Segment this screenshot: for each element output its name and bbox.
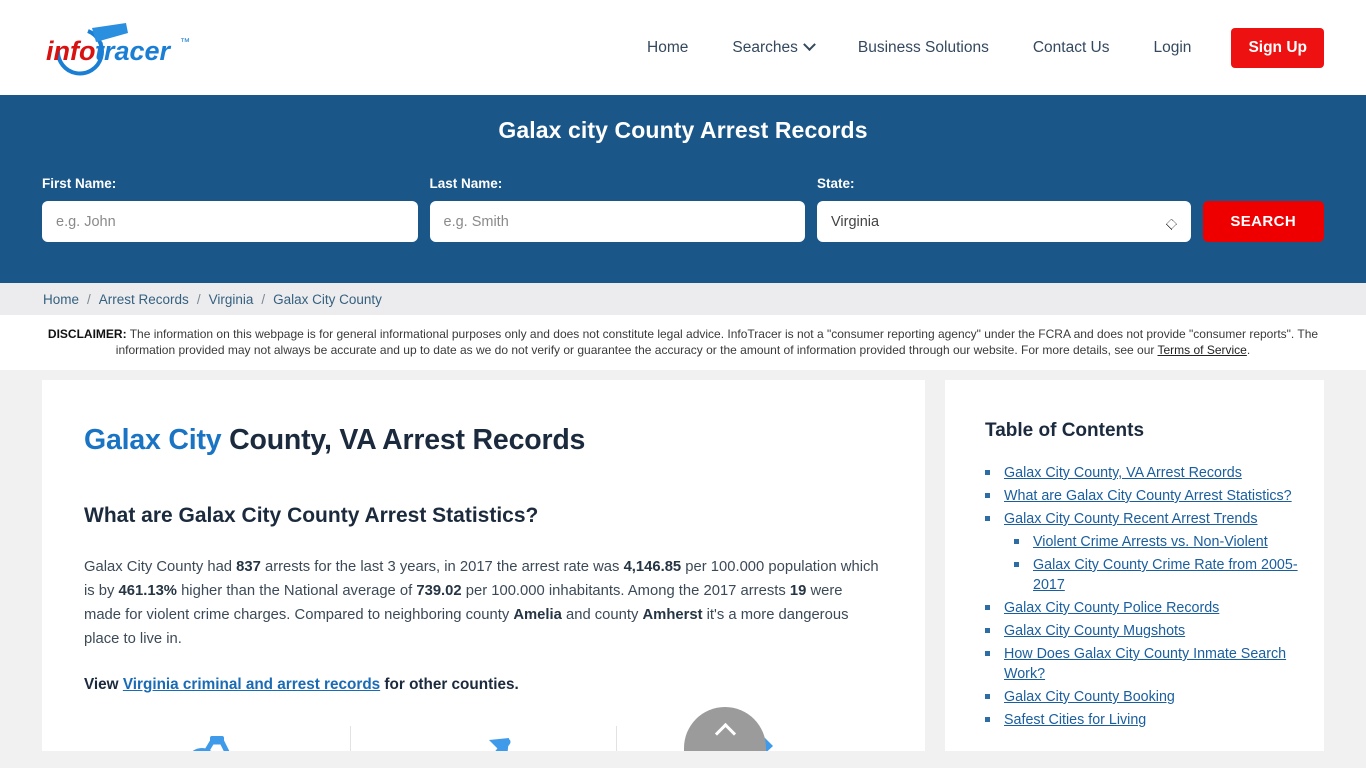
- last-name-field-group: Last Name:: [429, 176, 805, 242]
- state-field-group: State: Virginia: [817, 176, 1191, 242]
- page-title-highlight: Galax City: [84, 424, 222, 456]
- terms-of-service-link[interactable]: Terms of Service: [1158, 343, 1247, 357]
- disclaimer-label: DISCLAIMER:: [47, 327, 127, 341]
- disclaimer-period: .: [1246, 342, 1251, 357]
- state-label: State:: [817, 176, 855, 191]
- toc-link-mugshots[interactable]: Galax City County Mugshots: [1004, 623, 1185, 639]
- list-item: Galax City County Mugshots: [985, 621, 1298, 641]
- list-item: Galax City County Police Records: [985, 598, 1298, 618]
- svg-text:tracer: tracer: [95, 36, 172, 66]
- breadcrumb-separator: /: [261, 291, 266, 307]
- toc-title: Table of Contents: [985, 420, 1145, 441]
- list-item: Safest Cities for Living: [985, 710, 1298, 730]
- toc-link-police-records[interactable]: Galax City County Police Records: [1004, 600, 1219, 616]
- breadcrumb-item-arrest-records[interactable]: Arrest Records: [99, 292, 189, 307]
- breadcrumb-item-galax-city-county[interactable]: Galax City County: [273, 292, 382, 307]
- infotracer-logo[interactable]: info tracer ™: [40, 20, 215, 76]
- feature-cell-arrests: [84, 726, 351, 751]
- para-text: per 100.000 inhabitants. Among the 2017 …: [461, 583, 790, 599]
- search-form: First Name: Last Name: State: Virginia S…: [0, 176, 1366, 242]
- handcuffs-icon: [192, 736, 230, 751]
- nav-item-searches[interactable]: Searches: [710, 38, 835, 57]
- list-item: Galax City County Crime Rate from 2005-2…: [985, 555, 1298, 595]
- list-item: What are Galax City County Arrest Statis…: [985, 486, 1298, 506]
- toc-link-safest-cities[interactable]: Safest Cities for Living: [1004, 712, 1146, 728]
- svg-text:info: info: [46, 36, 95, 66]
- table-of-contents-card: Table of Contents Galax City County, VA …: [945, 380, 1324, 751]
- first-name-field-group: First Name:: [42, 176, 418, 242]
- first-name-input[interactable]: [42, 201, 418, 242]
- state-select[interactable]: Virginia: [817, 201, 1191, 242]
- first-name-label: First Name:: [42, 176, 117, 191]
- stat-total-arrests: 837: [236, 559, 261, 575]
- para-text: higher than the National average of: [176, 583, 417, 599]
- neighbor-county-1: Amelia: [513, 607, 562, 623]
- view-prefix: View: [84, 676, 123, 693]
- list-item: Galax City County, VA Arrest Records: [985, 463, 1298, 483]
- nav-label: Home: [647, 38, 689, 56]
- main-navigation: Home Searches Business Solutions Contact…: [625, 27, 1324, 68]
- chevron-down-icon: [802, 38, 816, 52]
- nav-item-home[interactable]: Home: [625, 39, 710, 57]
- breadcrumb-separator: /: [196, 291, 201, 307]
- nav-label: Login: [1153, 38, 1192, 56]
- list-item: Violent Crime Arrests vs. Non-Violent: [985, 532, 1298, 552]
- toc-link-recent-arrest-trends[interactable]: Galax City County Recent Arrest Trends: [1004, 511, 1257, 527]
- toc-list: Galax City County, VA Arrest Records Wha…: [985, 463, 1298, 730]
- trend-arrow-icon: [488, 738, 510, 751]
- toc-link-violent-vs-nonviolent[interactable]: Violent Crime Arrests vs. Non-Violent: [1033, 534, 1268, 550]
- search-button[interactable]: SEARCH: [1202, 201, 1325, 242]
- section-heading-statistics: What are Galax City County Arrest Statis…: [84, 504, 539, 527]
- nav-item-business-solutions[interactable]: Business Solutions: [836, 39, 1011, 57]
- page-body: Galax City County, VA Arrest Records Wha…: [0, 370, 1366, 751]
- page-title-rest: County, VA Arrest Records: [221, 424, 586, 456]
- toc-link-arrest-records[interactable]: Galax City County, VA Arrest Records: [1004, 465, 1242, 481]
- site-header: info tracer ™ Home Searches Business Sol…: [0, 0, 1366, 95]
- stat-percent-higher: 461.13%: [118, 583, 177, 599]
- stat-national-average: 739.02: [416, 583, 462, 599]
- search-banner: Galax city County Arrest Records First N…: [0, 95, 1366, 283]
- chevron-up-icon: [714, 722, 736, 745]
- breadcrumb-item-home[interactable]: Home: [43, 292, 79, 307]
- nav-label: Contact Us: [1032, 38, 1110, 56]
- toc-link-arrest-statistics[interactable]: What are Galax City County Arrest Statis…: [1004, 488, 1292, 504]
- logo-graphic: info tracer ™: [46, 22, 190, 75]
- nav-label: Business Solutions: [857, 38, 989, 56]
- svg-text:™: ™: [180, 37, 190, 48]
- page-title: Galax City County, VA Arrest Records: [84, 424, 883, 457]
- para-text: arrests for the last 3 years, in 2017 th…: [260, 559, 624, 575]
- list-item: How Does Galax City County Inmate Search…: [985, 644, 1298, 684]
- disclaimer-body: The information on this webpage is for g…: [115, 327, 1319, 357]
- nav-label: Searches: [732, 38, 798, 56]
- para-text: Galax City County had: [84, 559, 237, 575]
- last-name-input[interactable]: [429, 201, 805, 242]
- view-suffix: for other counties.: [380, 676, 519, 693]
- sign-up-button[interactable]: Sign Up: [1231, 27, 1324, 68]
- stat-violent-arrests: 19: [789, 583, 807, 599]
- virginia-records-link[interactable]: Virginia criminal and arrest records: [123, 676, 380, 693]
- list-item: Galax City County Booking: [985, 687, 1298, 707]
- toc-link-crime-rate-2005-2017[interactable]: Galax City County Crime Rate from 2005-2…: [1033, 557, 1298, 593]
- list-item: Galax City County Recent Arrest Trends: [985, 509, 1298, 529]
- view-records-line: View Virginia criminal and arrest record…: [84, 676, 883, 694]
- toc-link-booking[interactable]: Galax City County Booking: [1004, 689, 1175, 705]
- statistics-paragraph: Galax City County had 837 arrests for th…: [84, 555, 883, 651]
- nav-item-login[interactable]: Login: [1132, 39, 1214, 57]
- scroll-to-top-button[interactable]: [684, 707, 766, 751]
- stat-arrest-rate: 4,146.85: [623, 559, 682, 575]
- breadcrumb-separator: /: [87, 291, 91, 307]
- para-text: and county: [561, 607, 643, 623]
- toc-link-inmate-search[interactable]: How Does Galax City County Inmate Search…: [1004, 646, 1286, 682]
- disclaimer-notice: DISCLAIMER: The information on this webp…: [0, 315, 1366, 370]
- breadcrumb: Home / Arrest Records / Virginia / Galax…: [0, 283, 1366, 315]
- last-name-label: Last Name:: [429, 176, 503, 191]
- feature-cell-trends: [351, 726, 618, 751]
- breadcrumb-item-virginia[interactable]: Virginia: [209, 292, 254, 307]
- banner-title: Galax city County Arrest Records: [498, 117, 868, 143]
- nav-item-contact-us[interactable]: Contact Us: [1011, 39, 1132, 57]
- main-content-card: Galax City County, VA Arrest Records Wha…: [42, 380, 925, 751]
- neighbor-county-2: Amherst: [642, 607, 703, 623]
